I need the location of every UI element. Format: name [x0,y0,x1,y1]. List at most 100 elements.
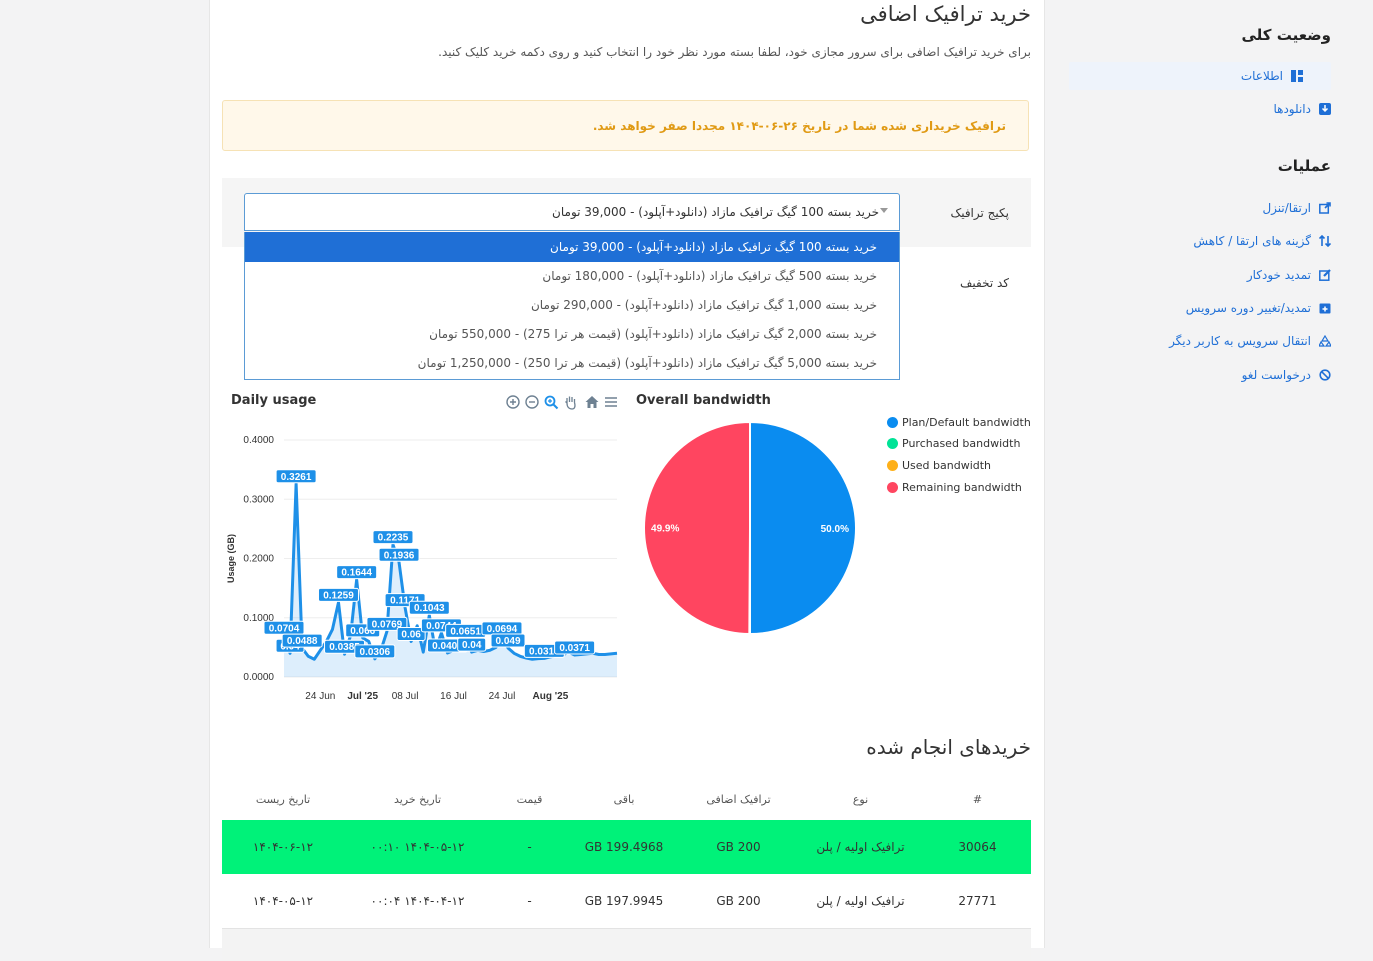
package-option[interactable]: خرید بسته 100 گیگ ترافیک مازاد (دانلود+آ… [245,232,899,262]
data-label: 0.1259 [318,588,358,601]
table-cell: ۱۴۰۴-۰۴-۱۲ ۰۰:۰۴ [344,874,491,929]
dashboard-icon [1291,70,1303,82]
table-cell: 27771 [924,874,1031,929]
data-label: 0.0306 [355,645,395,658]
daily-usage-chart-title: Daily usage [231,393,316,408]
column-header: نوع [797,778,924,820]
sidebar-item-upgrade-options[interactable]: گزینه های ارتقا / کاهش [1181,227,1331,255]
daily-usage-chart: 0.00000.10000.20000.30000.4000Usage (GB)… [222,420,622,710]
calendar-plus-icon [1319,302,1331,314]
data-label: 0.0488 [282,634,322,647]
selection-zoom-icon[interactable] [543,394,559,410]
zoom-out-icon[interactable] [524,394,540,410]
y-tick-label: 0.2000 [243,554,274,565]
data-label-text: 0.0306 [360,647,391,658]
data-label: 0.1043 [409,601,449,614]
sidebar-item-auto-renew[interactable]: تمدید خودکار [1235,261,1331,289]
download-icon [1319,103,1331,115]
table-cell: ترافیک اولیه / پلن [797,820,924,874]
legend-label: Plan/Default bandwidth [902,416,1031,429]
overall-bandwidth-pie: 50.0%49.9% [640,418,860,638]
table-cell: 197.9945 GB [568,874,680,929]
external-link-icon [1319,202,1331,214]
sidebar-item-label: گزینه های ارتقا / کاهش [1193,234,1311,248]
data-label: 0.049 [491,634,525,647]
column-header: باقی [568,778,680,820]
sidebar-item-upgrade[interactable]: ارتقا/تنزل [1250,194,1331,222]
sidebar-item-cancel[interactable]: درخواست لغو [1230,361,1331,389]
table-cell [222,929,344,961]
legend-marker [887,482,898,493]
page-description: برای خرید ترافیک اضافی برای سرور مجازی خ… [438,45,1031,59]
x-tick-label: Jul '25 [347,691,378,702]
legend-marker [887,460,898,471]
table-cell [797,929,924,961]
package-select[interactable]: خرید بسته 100 گیگ ترافیک مازاد (دانلود+آ… [244,193,900,231]
table-cell: - [491,820,568,874]
table-cell [344,929,491,961]
column-header: قیمت [491,778,568,820]
sidebar-operations-heading: عملیات [1278,157,1331,175]
sidebar-item-label: درخواست لغو [1242,368,1311,382]
data-label: 0.0704 [264,621,304,634]
data-label: 0.2235 [373,531,413,544]
data-label-text: 0.1259 [323,590,354,601]
pan-hand-icon[interactable] [563,394,579,410]
table-cell [924,929,1031,961]
table-cell: 200 GB [680,820,797,874]
package-option[interactable]: خرید بسته 2,000 گیگ ترافیک مازاد (دانلود… [245,320,899,349]
y-tick-label: 0.0000 [243,672,274,683]
column-header: ترافیک اضافی [680,778,797,820]
table-cell: 200 GB [680,874,797,929]
data-label-text: 0.1644 [341,568,372,579]
y-tick-label: 0.4000 [243,435,274,446]
data-label-text: 0.0694 [487,624,518,635]
table-header-row: # نوع ترافیک اضافی باقی قیمت تاریخ خرید … [222,778,1031,820]
legend-label: Remaining bandwidth [902,481,1022,494]
table-cell: ۱۴۰۴-۰۵-۱۲ ۰۰:۱۰ [344,820,491,874]
data-label-text: 0.0371 [559,643,590,654]
purchases-section-title: خریدهای انجام شده [866,735,1031,759]
sidebar-item-label: تمدید/تغییر دوره سرویس [1186,301,1311,315]
table-cell: 30064 [924,820,1031,874]
table-cell: ۱۴۰۴-۰۶-۱۲ [222,820,344,874]
data-label-text: 0.1043 [414,603,445,614]
y-axis-title: Usage (GB) [226,534,236,583]
page-title: خرید ترافیک اضافی [860,2,1031,26]
package-label: پکیج ترافیک [950,206,1009,220]
x-tick-label: 24 Jul [489,691,516,702]
table-cell: 199.4968 GB [568,820,680,874]
home-reset-icon[interactable] [584,394,600,410]
discount-label: کد تخفیف [960,276,1009,290]
data-label: 0.0694 [482,622,522,635]
table-row: 30064 ترافیک اولیه / پلن 200 GB 199.4968… [222,820,1031,874]
data-label: 0.04 [458,638,486,651]
edit-icon [1319,269,1331,281]
package-option[interactable]: خرید بسته 500 گیگ ترافیک مازاد (دانلود+آ… [245,262,899,291]
sidebar-item-renew-period[interactable]: تمدید/تغییر دوره سرویس [1174,294,1331,322]
sort-arrows-icon [1319,235,1331,247]
menu-icon[interactable] [603,394,619,410]
column-header: تاریخ ریست [222,778,344,820]
package-select-value: خرید بسته 100 گیگ ترافیک مازاد (دانلود+آ… [552,205,879,219]
sidebar-item-transfer[interactable]: انتقال سرویس به کاربر دیگر [1157,327,1331,355]
data-label: 0.1644 [337,566,377,579]
zoom-in-icon[interactable] [505,394,521,410]
column-header: تاریخ خرید [344,778,491,820]
data-label-text: 0.06 [401,629,421,640]
legend-item-purchased[interactable]: Purchased bandwidth [887,437,1020,450]
legend-item-remaining[interactable]: Remaining bandwidth [887,481,1022,494]
table-row: 27771 ترافیک اولیه / پلن 200 GB 197.9945… [222,874,1031,929]
sidebar-item-info[interactable]: اطلاعات [1069,62,1331,90]
ban-icon [1319,369,1331,381]
chevron-down-icon [880,208,888,213]
data-label-text: 0.049 [496,636,521,647]
sidebar-item-downloads[interactable]: دانلودها [1261,95,1331,123]
y-tick-label: 0.3000 [243,494,274,505]
x-tick-label: 16 Jul [440,691,467,702]
package-option[interactable]: خرید بسته 1,000 گیگ ترافیک مازاد (دانلود… [245,291,899,320]
legend-item-used[interactable]: Used bandwidth [887,459,991,472]
legend-item-plan[interactable]: Plan/Default bandwidth [887,416,1031,429]
data-label-text: 0.0488 [287,636,318,647]
package-option[interactable]: خرید بسته 5,000 گیگ ترافیک مازاد (دانلود… [245,349,899,378]
